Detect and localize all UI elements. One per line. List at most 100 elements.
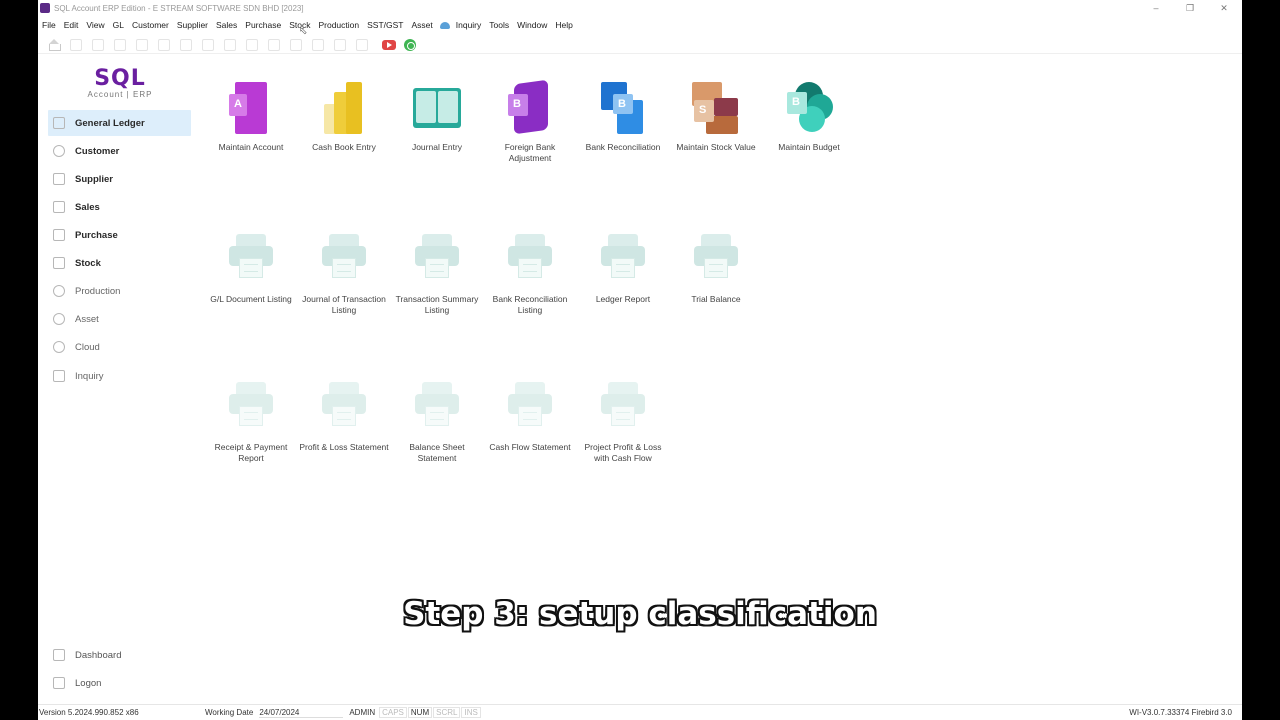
gear-icon xyxy=(53,285,65,297)
tile-receipt-payment-report[interactable]: Receipt & Payment Report xyxy=(205,380,297,464)
toolbar-button[interactable] xyxy=(136,38,148,51)
sidebar-item-purchase[interactable]: Purchase xyxy=(48,222,191,248)
sidebar-item-logon[interactable]: Logon xyxy=(48,670,191,696)
printer-icon xyxy=(692,232,740,288)
tile-letter: S xyxy=(699,104,707,116)
menu-window[interactable]: Window xyxy=(513,20,551,30)
menu-tools[interactable]: Tools xyxy=(485,20,513,30)
menu-supplier[interactable]: Supplier xyxy=(173,20,212,30)
sidebar-item-customer[interactable]: Customer xyxy=(48,138,191,164)
toolbar-button[interactable] xyxy=(158,38,170,51)
sidebar-item-sales[interactable]: Sales xyxy=(48,194,191,220)
sidebar-item-label: General Ledger xyxy=(75,117,145,129)
youtube-icon[interactable] xyxy=(382,39,396,50)
menu-file[interactable]: File xyxy=(38,20,60,30)
sidebar-item-general-ledger[interactable]: General Ledger xyxy=(48,110,191,136)
menu-help[interactable]: Help xyxy=(551,20,576,30)
toolbar-button[interactable] xyxy=(114,38,126,51)
stock-value-icon: S xyxy=(692,80,740,136)
tile-ledger-report[interactable]: Ledger Report xyxy=(577,232,669,305)
menu-customer[interactable]: Customer xyxy=(128,20,173,30)
printer-icon xyxy=(599,232,647,288)
tile-label: Journal of Transaction Listing xyxy=(302,294,386,315)
sidebar-item-inquiry[interactable]: Inquiry xyxy=(48,363,191,389)
tile-maintain-account[interactable]: A Maintain Account xyxy=(205,80,297,153)
menu-edit[interactable]: Edit xyxy=(60,20,83,30)
sidebar-item-label: Purchase xyxy=(75,229,118,241)
toolbar-button[interactable] xyxy=(202,38,214,51)
working-date-field[interactable]: 24/07/2024 xyxy=(259,708,344,718)
sidebar-item-label: Production xyxy=(75,285,121,297)
sidebar-item-supplier[interactable]: Supplier xyxy=(48,166,191,192)
customer-icon xyxy=(53,145,65,157)
sidebar-item-label: Inquiry xyxy=(75,370,104,382)
tile-journal-of-transaction-listing[interactable]: Journal of Transaction Listing xyxy=(298,232,390,316)
tile-trial-balance[interactable]: Trial Balance xyxy=(670,232,762,305)
tile-label: Maintain Account xyxy=(218,142,284,152)
toolbar-button[interactable] xyxy=(70,38,82,51)
tile-label: Trial Balance xyxy=(691,294,741,304)
tile-cash-flow-statement[interactable]: Cash Flow Statement xyxy=(484,380,576,453)
status-bar: Version 5.2024.990.852 x86 Working Date … xyxy=(38,704,1242,720)
sidebar-item-cloud[interactable]: Cloud xyxy=(48,334,191,360)
tile-label: Bank Reconciliation Listing xyxy=(492,294,568,315)
toolbar-button[interactable] xyxy=(312,38,324,51)
menu-bar: File Edit View GL Customer Supplier Sale… xyxy=(38,18,577,32)
toolbar-button[interactable] xyxy=(224,38,236,51)
sidebar-item-label: Cloud xyxy=(75,341,100,353)
tile-bank-reconciliation-listing[interactable]: Bank Reconciliation Listing xyxy=(484,232,576,316)
sidebar-item-asset[interactable]: Asset xyxy=(48,306,191,332)
tile-maintain-stock-value[interactable]: S Maintain Stock Value xyxy=(670,80,762,153)
sidebar-item-production[interactable]: Production xyxy=(48,278,191,304)
tile-gl-document-listing[interactable]: G/L Document Listing xyxy=(205,232,297,305)
menu-view[interactable]: View xyxy=(82,20,108,30)
tile-profit-loss-statement[interactable]: Profit & Loss Statement xyxy=(298,380,390,453)
tile-label: Bank Reconciliation xyxy=(585,142,661,152)
toolbar-button[interactable] xyxy=(334,38,346,51)
tile-label: Ledger Report xyxy=(595,294,651,304)
tile-transaction-summary-listing[interactable]: Transaction Summary Listing xyxy=(391,232,483,316)
tile-label: G/L Document Listing xyxy=(210,294,292,304)
sidebar: SQL Account | ERP General Ledger Custome… xyxy=(48,60,193,689)
cash-book-icon xyxy=(320,80,368,136)
toolbar-button[interactable] xyxy=(246,38,258,51)
tile-cash-book-entry[interactable]: Cash Book Entry xyxy=(298,80,390,153)
tile-bank-reconciliation[interactable]: B Bank Reconciliation xyxy=(577,80,669,153)
tile-label: Project Profit & Loss with Cash Flow xyxy=(584,442,662,463)
menu-sales[interactable]: Sales xyxy=(212,20,241,30)
printer-icon xyxy=(599,380,647,436)
num-indicator: NUM xyxy=(407,707,433,718)
menu-sst-gst[interactable]: SST/GST xyxy=(363,20,407,30)
tile-project-profit-loss-cash-flow[interactable]: Project Profit & Loss with Cash Flow xyxy=(577,380,669,464)
toolbar-button[interactable] xyxy=(268,38,280,51)
restore-icon[interactable]: ❐ xyxy=(1178,0,1202,16)
cloud-icon[interactable] xyxy=(439,21,450,29)
toolbar-button[interactable] xyxy=(356,38,368,51)
logo-text: SQL xyxy=(94,66,146,91)
close-icon[interactable]: ✕ xyxy=(1212,0,1236,16)
tile-journal-entry[interactable]: Journal Entry xyxy=(391,80,483,153)
tile-maintain-budget[interactable]: B Maintain Budget xyxy=(763,80,855,153)
home-icon[interactable] xyxy=(48,38,61,51)
working-date-label: Working Date xyxy=(205,708,254,717)
tile-balance-sheet-statement[interactable]: Balance Sheet Statement xyxy=(391,380,483,464)
toolbar-button[interactable] xyxy=(92,38,104,51)
tile-label: Cash Flow Statement xyxy=(489,442,571,452)
toolbar-button[interactable] xyxy=(290,38,302,51)
toolbar-button[interactable] xyxy=(180,38,192,51)
tile-foreign-bank-adjustment[interactable]: B Foreign Bank Adjustment xyxy=(484,79,576,164)
menu-purchase[interactable]: Purchase xyxy=(241,20,285,30)
menu-production[interactable]: Production xyxy=(314,20,363,30)
menu-gl[interactable]: GL xyxy=(109,20,128,30)
printer-icon xyxy=(227,380,275,436)
sidebar-item-stock[interactable]: Stock xyxy=(48,250,191,276)
whatsapp-icon[interactable] xyxy=(404,38,416,51)
sidebar-item-label: Dashboard xyxy=(75,649,122,661)
build-info: WI-V3.0.7.33374 Firebird 3.0 xyxy=(1129,708,1232,717)
sidebar-item-dashboard[interactable]: Dashboard xyxy=(48,642,191,668)
tile-letter: B xyxy=(792,96,800,108)
minimize-icon[interactable]: – xyxy=(1144,0,1168,16)
menu-asset[interactable]: Asset xyxy=(407,20,436,30)
foreign-bank-icon: B xyxy=(506,79,554,136)
menu-inquiry[interactable]: Inquiry xyxy=(452,20,486,30)
